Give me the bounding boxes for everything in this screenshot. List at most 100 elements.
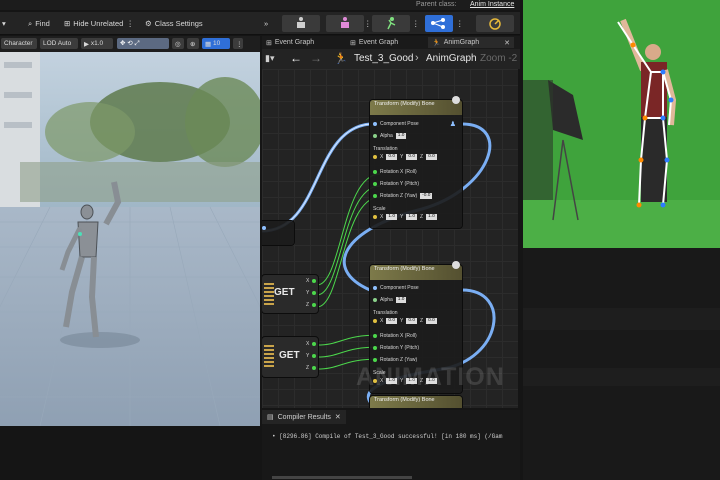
breadcrumb-asset[interactable]: Test_3_Good <box>354 53 414 64</box>
close-icon[interactable]: ✕ <box>335 413 341 421</box>
scale-pin[interactable]: X 1.0 Y 1.0 Z 1.0 <box>373 214 437 220</box>
grid-icon: ▦ <box>205 40 213 48</box>
rotation-x-pin[interactable]: Rotation X (Roll) <box>373 333 417 339</box>
hide-unrelated-label: Hide Unrelated <box>73 19 124 28</box>
translation-x[interactable]: 0.0 <box>386 318 398 324</box>
grid-snap-button[interactable]: ▦ 10 <box>202 38 230 49</box>
translation-x[interactable]: 0.0 <box>386 154 398 160</box>
get-node-2[interactable]: GET X Y Z <box>262 337 318 377</box>
rotation-z-pin[interactable]: Rotation Z (Yaw) -0.0 <box>373 193 433 199</box>
alpha-value[interactable]: 1.0 <box>395 297 407 303</box>
class-settings-button[interactable]: ⚙ Class Settings <box>145 17 203 30</box>
snap-icon[interactable]: ⊕ <box>187 38 199 49</box>
tab-event-graph-2[interactable]: ⊞ Event Graph <box>350 37 398 48</box>
expand-chevron-icon[interactable]: » <box>264 17 268 30</box>
rotation-y-pin[interactable]: Rotation Y (Pitch) <box>373 345 419 351</box>
lod-menu[interactable]: LOD Auto <box>40 38 78 49</box>
compiler-results-panel: ▤ Compiler Results ✕ • [8296.86] Compile… <box>262 410 520 480</box>
bookmark-icon[interactable]: ▮▾ <box>265 53 274 64</box>
toolbar-overflow[interactable]: ▾ <box>2 17 6 30</box>
translation-pin[interactable]: X 0.0 Y 0.0 Z 0.0 <box>373 318 437 324</box>
get-y-pin[interactable]: Y <box>306 290 317 296</box>
node-info-icon <box>452 96 460 104</box>
skeleton-mode-button[interactable] <box>282 15 320 32</box>
translation-pin[interactable]: X 0.0 Y 0.0 Z 0.0 <box>373 154 437 160</box>
play-icon: ▶ <box>84 40 91 48</box>
running-man-icon: 🏃 <box>334 53 348 65</box>
find-button[interactable]: ⌕ Find <box>28 17 50 30</box>
pin-label: Y <box>306 353 310 359</box>
pose-output-icon[interactable]: ♟ <box>450 120 456 128</box>
pin-label: Z <box>306 302 310 308</box>
pin-label: Component Pose <box>380 121 419 127</box>
get-z-pin[interactable]: Z <box>306 302 317 308</box>
pin-label: X <box>306 278 310 284</box>
play-speed-button[interactable]: ▶ x1.0 <box>81 38 113 49</box>
pin-label: Z <box>306 365 310 371</box>
back-arrow-icon[interactable]: ← <box>290 51 302 65</box>
graph-tab-strip: ⊞ Event Graph ⊞ Event Graph 🏃 AnimGraph … <box>262 36 520 49</box>
tab-animgraph[interactable]: 🏃 AnimGraph ✕ <box>428 37 514 48</box>
anim-graph-canvas[interactable]: Transform (Modify) Bone Component Pose A… <box>262 69 518 408</box>
horizontal-scrollbar[interactable] <box>272 476 412 479</box>
component-pose-pin[interactable]: Component Pose <box>373 285 419 291</box>
preview-viewport[interactable] <box>0 52 260 426</box>
globe-icon[interactable]: ◎ <box>172 38 184 49</box>
blueprint-options-kebab[interactable]: ⋮ <box>456 17 464 30</box>
blueprint-mode-button[interactable] <box>425 15 453 32</box>
transform-bone-node-1[interactable]: Transform (Modify) Bone Component Pose A… <box>370 96 462 228</box>
rotation-z-value[interactable]: -0.0 <box>420 193 433 199</box>
alpha-pin[interactable]: Alpha 1.0 <box>373 297 407 303</box>
pin-label: X <box>306 341 310 347</box>
kebab-icon: ⋮ <box>126 19 134 28</box>
translation-z[interactable]: 0.0 <box>426 154 437 160</box>
find-icon: ⌕ <box>28 18 33 28</box>
rotation-x-pin[interactable]: Rotation X (Roll) <box>373 169 417 175</box>
webcam-scene <box>523 0 720 248</box>
character-menu[interactable]: Character <box>1 38 37 49</box>
parent-class-link[interactable]: Anim Instance <box>470 1 514 8</box>
animation-mode-button[interactable] <box>372 15 410 32</box>
scale-x[interactable]: 1.0 <box>386 214 398 220</box>
transform-bone-node-3[interactable]: Transform (Modify) Bone <box>370 396 462 408</box>
alpha-value[interactable]: 1.0 <box>395 133 407 139</box>
get-z-pin[interactable]: Z <box>306 365 317 371</box>
node-title: Transform (Modify) Bone <box>370 265 462 280</box>
get-x-pin[interactable]: X <box>306 278 317 284</box>
component-pose-pin[interactable]: Component Pose <box>373 121 419 127</box>
viewport-options-kebab[interactable]: ⋮ <box>233 38 243 49</box>
translation-y[interactable]: 0.0 <box>406 318 418 324</box>
pose-source-node[interactable] <box>262 221 294 245</box>
transform-tools-group[interactable]: ✥ ⟲ ⤢ <box>117 38 169 49</box>
compiler-results-tab[interactable]: ▤ Compiler Results ✕ <box>262 410 346 424</box>
translation-y[interactable]: 0.0 <box>406 154 418 160</box>
scale-z[interactable]: 1.0 <box>426 214 437 220</box>
forward-arrow-icon[interactable]: → <box>310 51 322 65</box>
compiler-tab-label: Compiler Results <box>277 413 331 421</box>
translation-z[interactable]: 0.0 <box>426 318 437 324</box>
grid-snap-value: 10 <box>212 40 221 47</box>
hide-unrelated-button[interactable]: ⊞ Hide Unrelated ⋮ <box>64 17 134 30</box>
anim-options-kebab[interactable]: ⋮ <box>412 17 420 30</box>
translation-label: Translation <box>373 310 398 316</box>
tab-label: AnimGraph <box>443 39 480 46</box>
top-strip: Parent class: Anim Instance <box>0 0 520 10</box>
scale-y[interactable]: 1.0 <box>406 214 418 220</box>
mesh-mode-button[interactable] <box>326 15 364 32</box>
pose-output-pin[interactable] <box>262 226 266 230</box>
node-info-icon <box>452 261 460 269</box>
get-label: GET <box>274 287 295 298</box>
get-y-pin[interactable]: Y <box>306 353 317 359</box>
physics-mode-button[interactable] <box>476 15 514 32</box>
breadcrumb-graph[interactable]: AnimGraph <box>426 53 477 64</box>
pin-label: Rotation X (Roll) <box>380 333 417 339</box>
tab-event-graph-1[interactable]: ⊞ Event Graph <box>266 37 314 48</box>
get-node-1[interactable]: GET X Y Z <box>262 275 318 313</box>
alpha-pin[interactable]: Alpha 1.0 <box>373 133 407 139</box>
zoom-level: Zoom -2 <box>480 53 518 64</box>
get-x-pin[interactable]: X <box>306 341 317 347</box>
close-icon[interactable]: ✕ <box>504 39 510 47</box>
rotation-y-pin[interactable]: Rotation Y (Pitch) <box>373 181 419 187</box>
mode-options-kebab[interactable]: ⋮ <box>364 17 372 30</box>
find-label: Find <box>35 19 50 28</box>
